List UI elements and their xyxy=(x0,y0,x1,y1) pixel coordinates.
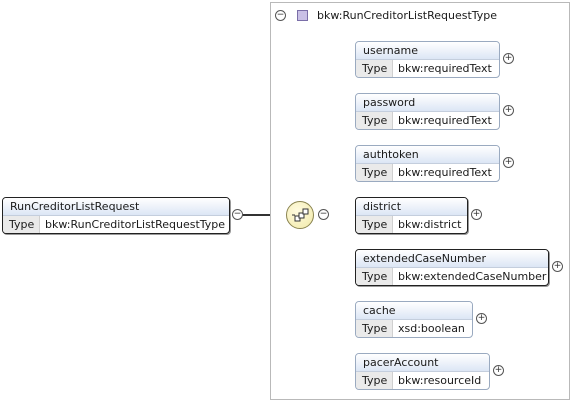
element-type: Type bkw:district xyxy=(356,216,467,233)
element-district[interactable]: district Type bkw:district xyxy=(355,197,468,234)
element-name: pacerAccount xyxy=(356,354,489,372)
sequence-glyph-icon xyxy=(292,208,309,222)
expand-district-icon[interactable]: + xyxy=(471,209,482,220)
type-label: Type xyxy=(3,216,40,233)
element-name: district xyxy=(356,198,467,216)
element-name: cache xyxy=(356,302,472,320)
element-type: Type bkw:requiredText xyxy=(356,164,499,181)
element-type: Type bkw:resourceId xyxy=(356,372,489,389)
element-password[interactable]: password Type bkw:requiredText xyxy=(355,93,500,130)
element-extendedCaseNumber[interactable]: extendedCaseNumber Type bkw:extendedCase… xyxy=(355,249,549,286)
expand-password-icon[interactable]: + xyxy=(503,105,514,116)
element-cache[interactable]: cache Type xsd:boolean xyxy=(355,301,473,338)
type-value: bkw:requiredText xyxy=(398,114,492,127)
root-element-type: Type bkw:RunCreditorListRequestType xyxy=(3,216,229,233)
type-label: Type xyxy=(356,216,393,233)
type-label: Type xyxy=(356,372,393,389)
complex-type-collapse-icon[interactable]: − xyxy=(275,9,286,21)
type-label: Type xyxy=(356,268,393,285)
type-value: xsd:boolean xyxy=(398,322,465,335)
expand-extendedCaseNumber-icon[interactable]: + xyxy=(552,261,563,272)
expand-authtoken-icon[interactable]: + xyxy=(503,157,514,168)
element-authtoken[interactable]: authtoken Type bkw:requiredText xyxy=(355,145,500,182)
sequence-icon[interactable] xyxy=(286,201,314,229)
type-label: Type xyxy=(356,112,393,129)
element-name: password xyxy=(356,94,499,112)
element-name: extendedCaseNumber xyxy=(356,250,548,268)
root-collapse-icon[interactable]: − xyxy=(232,209,243,220)
element-type: Type bkw:requiredText xyxy=(356,60,499,77)
type-value: bkw:requiredText xyxy=(398,166,492,179)
type-label: Type xyxy=(356,164,393,181)
element-type: Type bkw:extendedCaseNumber xyxy=(356,268,548,285)
element-type: Type bkw:requiredText xyxy=(356,112,499,129)
type-value: bkw:requiredText xyxy=(398,62,492,75)
type-value: bkw:resourceId xyxy=(398,374,482,387)
element-name: authtoken xyxy=(356,146,499,164)
expand-pacerAccount-icon[interactable]: + xyxy=(493,365,504,376)
type-value: bkw:district xyxy=(398,218,462,231)
type-value: bkw:RunCreditorListRequestType xyxy=(45,218,226,231)
root-element-name: RunCreditorListRequest xyxy=(3,198,229,216)
type-label: Type xyxy=(356,320,393,337)
element-username[interactable]: username Type bkw:requiredText xyxy=(355,41,500,78)
expand-username-icon[interactable]: + xyxy=(503,53,514,64)
complex-type-header: − bkw:RunCreditorListRequestType xyxy=(275,7,497,23)
element-name: username xyxy=(356,42,499,60)
type-value: bkw:extendedCaseNumber xyxy=(398,270,547,283)
sequence-collapse-icon[interactable]: − xyxy=(318,209,329,220)
element-type: Type xsd:boolean xyxy=(356,320,472,337)
type-label: Type xyxy=(356,60,393,77)
expand-cache-icon[interactable]: + xyxy=(476,313,487,324)
complex-type-icon xyxy=(297,9,308,21)
complex-type-name: bkw:RunCreditorListRequestType xyxy=(317,8,498,22)
root-element[interactable]: RunCreditorListRequest Type bkw:RunCredi… xyxy=(2,197,230,234)
element-pacerAccount[interactable]: pacerAccount Type bkw:resourceId xyxy=(355,353,490,390)
